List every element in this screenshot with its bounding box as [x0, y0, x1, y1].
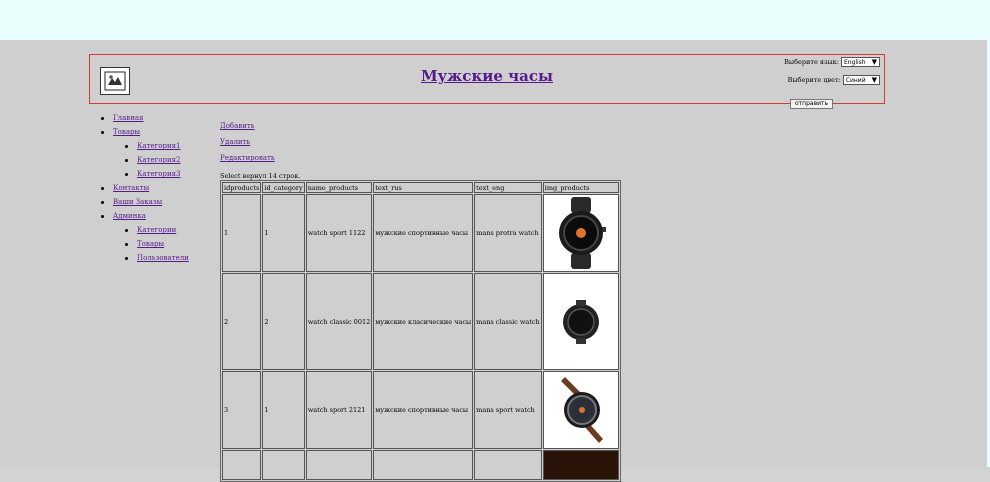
- add-link[interactable]: Добавить: [220, 122, 255, 130]
- table-row: 3 1 watch sport 2121 мужские спортивные …: [222, 371, 619, 449]
- nav-item-orders: Ваши Заказы: [101, 198, 189, 206]
- watch-image[interactable]: [543, 274, 618, 369]
- nav-item-category3: Категория3: [125, 170, 189, 178]
- cell-category: 1: [262, 371, 305, 449]
- nav-item-admin-users: Пользователи: [125, 254, 189, 262]
- nav-item-home: Главная: [101, 114, 189, 122]
- cell-category: 2: [262, 273, 305, 370]
- nav-item-admin-products: Товары: [125, 240, 189, 248]
- settings-panel: Выберите язык: English ▼ Выберите цвет: …: [784, 57, 880, 93]
- nav-item-category2: Категория2: [125, 156, 189, 164]
- table-header-row: idproducts id_category name_products tex…: [222, 182, 619, 193]
- watch-image[interactable]: [543, 195, 618, 271]
- column-header: id_category: [262, 182, 305, 193]
- nav-item-admin: Админка Категории Товары Пользователи: [101, 212, 189, 262]
- color-select[interactable]: Синий ▼: [842, 75, 880, 85]
- submit-button[interactable]: отправить: [790, 99, 834, 109]
- cell-text-eng: mans classic watch: [474, 273, 542, 370]
- column-header: name_products: [305, 182, 373, 193]
- cell-text-eng: mans protra watch: [474, 194, 542, 272]
- cell-name: watch sport 1122: [305, 194, 373, 272]
- column-header: text_rus: [373, 182, 474, 193]
- result-count-text: Select вернул 14 строк.: [220, 172, 301, 180]
- chevron-down-icon: ▼: [871, 75, 877, 84]
- column-header: img_products: [542, 182, 619, 193]
- cell-id: 3: [222, 371, 262, 449]
- sidebar-nav: Главная Товары Категория1 Категория2 Кат…: [101, 114, 189, 268]
- products-table: idproducts id_category name_products tex…: [220, 180, 621, 482]
- page-title: Мужские часы: [90, 67, 884, 85]
- cell-image: [542, 273, 619, 370]
- page-title-link[interactable]: Мужские часы: [421, 67, 553, 85]
- column-header: text_eng: [474, 182, 542, 193]
- nav-item-category1: Категория1: [125, 142, 189, 150]
- column-header: idproducts: [222, 182, 262, 193]
- cell-text-eng: mans sport watch: [474, 371, 542, 449]
- cell-text-rus: мужские спортивные часы: [373, 194, 474, 272]
- watch-image[interactable]: [543, 451, 618, 479]
- language-select[interactable]: English ▼: [840, 57, 880, 67]
- table-row: 1 1 watch sport 1122 мужские спортивные …: [222, 194, 619, 272]
- edit-link[interactable]: Редактировать: [220, 154, 275, 162]
- cell-image: [542, 371, 619, 449]
- cell-text-rus: мужские класические часы: [373, 273, 474, 370]
- cell-category: 1: [262, 194, 305, 272]
- table-row: 2 2 watch classic 0012 мужские класическ…: [222, 273, 619, 370]
- nav-item-contacts: Контакты: [101, 184, 189, 192]
- cell-name: watch sport 2121: [305, 371, 373, 449]
- browser-top-band: [0, 0, 990, 40]
- actions-panel: Добавить Удалить Редактировать: [220, 122, 275, 170]
- color-label: Выберите цвет:: [787, 75, 841, 84]
- nav-item-admin-categories: Категории: [125, 226, 189, 234]
- cell-id: 2: [222, 273, 262, 370]
- site-header: Мужские часы Выберите язык: English ▼ Вы…: [89, 54, 885, 109]
- delete-link[interactable]: Удалить: [220, 138, 250, 146]
- table-row: [222, 450, 619, 480]
- cell-text-rus: мужские спортивные часы: [373, 371, 474, 449]
- cell-id: 1: [222, 194, 262, 272]
- watch-image[interactable]: [543, 372, 618, 448]
- cell-name: watch classic 0012: [305, 273, 373, 370]
- chevron-down-icon: ▼: [871, 57, 877, 66]
- nav-item-products: Товары Категория1 Категория2 Категория3: [101, 128, 189, 178]
- cell-image: [542, 194, 619, 272]
- cell-image: [542, 450, 619, 480]
- language-label: Выберите язык:: [784, 57, 839, 66]
